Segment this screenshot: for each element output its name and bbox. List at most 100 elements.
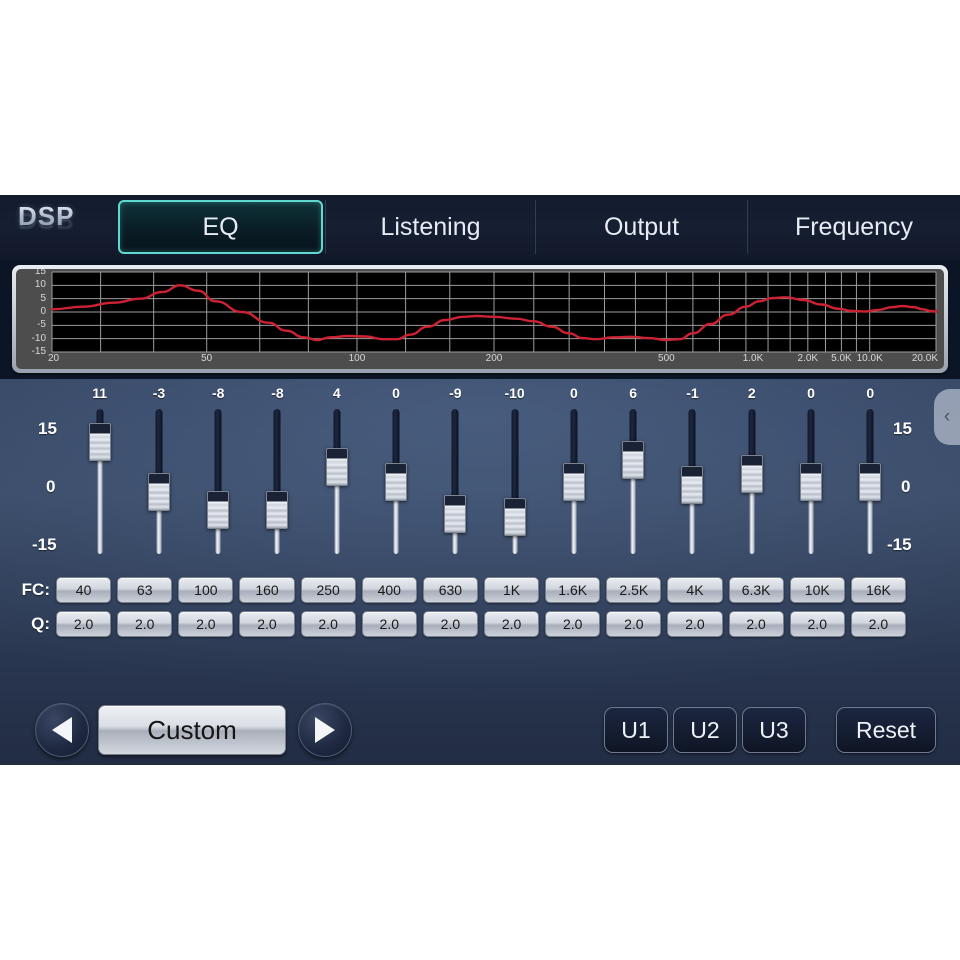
band-gain-slider[interactable] <box>620 409 646 554</box>
q-cell[interactable]: 2.0 <box>239 611 295 637</box>
q-cell[interactable]: 2.0 <box>422 611 478 637</box>
slider-thumb[interactable] <box>147 473 170 511</box>
band-gain-slider[interactable] <box>205 409 231 554</box>
fc-cell[interactable]: 630 <box>422 577 478 603</box>
slider-track-upper <box>807 409 815 469</box>
next-preset-button[interactable] <box>298 703 352 757</box>
prev-preset-button[interactable] <box>35 703 89 757</box>
tab-frequency[interactable]: Frequency <box>747 200 960 254</box>
slider-thumb[interactable] <box>385 463 408 501</box>
slider-thumb[interactable] <box>622 441 645 479</box>
fc-cell[interactable]: 100 <box>178 577 234 603</box>
eq-slider-panel: ‹ 15 0 -15 15 0 -15 11 -3 -8 -8 4 0 -9 -10 0 6 -1 2… <box>0 379 960 765</box>
tab-listening-label: Listening <box>380 212 481 241</box>
eq-response-graph: 15 10 5 0 -5 -10 -15 20 50 100 200 500 1.0K 2.0K 5.0K 1… <box>12 265 948 373</box>
slider-thumb[interactable] <box>207 491 230 529</box>
tab-eq[interactable]: EQ <box>118 200 323 254</box>
fc-cell[interactable]: 2.5K <box>606 577 662 603</box>
band-gain-slider[interactable] <box>798 409 824 554</box>
q-cell[interactable]: 2.0 <box>483 611 540 637</box>
slider-thumb[interactable] <box>266 491 289 529</box>
q-cell[interactable]: 2.0 <box>178 611 234 637</box>
slider-thumb[interactable] <box>740 455 763 493</box>
q-cell[interactable]: 2.0 <box>850 611 906 637</box>
fc-cell[interactable]: 4K <box>667 577 723 603</box>
fc-cell[interactable]: 1.6K <box>545 577 601 603</box>
edge-tab-glyph: ‹ <box>943 406 951 427</box>
graph-y-tick: -5 <box>37 319 46 331</box>
slider-track-lower <box>630 473 636 554</box>
band-gain-value: 4 <box>332 385 341 401</box>
tab-output[interactable]: Output <box>535 200 747 254</box>
slider-thumb[interactable] <box>562 463 585 501</box>
fc-cell[interactable]: 40 <box>56 577 112 603</box>
slider-track-lower <box>689 498 695 554</box>
fc-cell[interactable]: 160 <box>239 577 295 603</box>
user-preset-u1-button[interactable]: U1 <box>604 707 668 753</box>
reset-button[interactable]: Reset <box>836 707 936 753</box>
band-gain-slider[interactable] <box>264 409 290 554</box>
band-gain-value: 11 <box>92 385 108 401</box>
band-gain-slider[interactable] <box>739 409 765 554</box>
user-preset-u2-button[interactable]: U2 <box>673 707 737 753</box>
band-gain-slider[interactable] <box>442 409 468 554</box>
band-gain-slider[interactable] <box>561 409 587 554</box>
q-cell[interactable]: 2.0 <box>361 611 417 637</box>
band-gain-value: -8 <box>211 385 225 401</box>
slider-thumb[interactable] <box>325 448 348 486</box>
band-gain-slider[interactable] <box>383 409 409 554</box>
scale-left-top: 15 <box>38 419 57 438</box>
fc-cell[interactable]: 1K <box>483 577 540 603</box>
eq-band: 0 <box>781 379 840 579</box>
fc-cell[interactable]: 63 <box>117 577 173 603</box>
slider-thumb[interactable] <box>681 466 704 504</box>
q-cell[interactable]: 2.0 <box>300 611 356 637</box>
band-gain-slider[interactable] <box>324 409 350 554</box>
slider-track-lower <box>867 495 873 554</box>
graph-y-tick: 15 <box>34 269 46 277</box>
graph-y-tick: 10 <box>34 279 46 291</box>
q-cell[interactable]: 2.0 <box>606 611 662 637</box>
graph-x-tick: 10.0K <box>856 353 883 364</box>
eq-graph-panel: 15 10 5 0 -5 -10 -15 20 50 100 200 500 1.0K 2.0K 5.0K 1… <box>16 269 944 369</box>
chevron-left-icon[interactable]: ‹ <box>934 389 960 445</box>
band-gain-slider[interactable] <box>857 409 883 554</box>
band-gain-slider[interactable] <box>502 409 528 554</box>
q-cell[interactable]: 2.0 <box>728 611 784 637</box>
slider-track-upper <box>748 409 756 461</box>
q-cell[interactable]: 2.0 <box>545 611 601 637</box>
eq-band: 0 <box>544 379 603 579</box>
user-preset-u3-label: U3 <box>759 716 789 743</box>
slider-thumb[interactable] <box>444 495 467 533</box>
band-gain-slider[interactable] <box>679 409 705 554</box>
preset-name-button[interactable]: Custom <box>98 705 286 755</box>
eq-band: 6 <box>604 379 663 579</box>
tab-listening[interactable]: Listening <box>325 200 535 254</box>
slider-track-lower <box>808 495 814 554</box>
band-gain-slider[interactable] <box>87 409 113 554</box>
q-row: Q: 2.0 2.0 2.0 2.0 2.0 2.0 2.0 2.0 2.0 2.0 2.0 2.0 2… <box>0 609 960 639</box>
fc-cell[interactable]: 16K <box>850 577 906 603</box>
band-gain-value: -8 <box>271 385 284 401</box>
eq-band: -9 <box>426 379 485 579</box>
scale-left-bottom: -15 <box>32 535 57 554</box>
slider-thumb[interactable] <box>859 463 882 501</box>
q-cell[interactable]: 2.0 <box>667 611 723 637</box>
fc-cell[interactable]: 10K <box>789 577 845 603</box>
slider-thumb[interactable] <box>503 498 526 536</box>
fc-cell[interactable]: 400 <box>361 577 417 603</box>
band-gain-slider[interactable] <box>146 409 172 554</box>
fc-cell[interactable]: 6.3K <box>728 577 784 603</box>
q-cell[interactable]: 2.0 <box>56 611 112 637</box>
band-gain-value: -9 <box>449 385 462 401</box>
fc-cell[interactable]: 250 <box>300 577 356 603</box>
user-preset-u3-button[interactable]: U3 <box>742 707 806 753</box>
slider-thumb[interactable] <box>88 423 111 461</box>
slider-thumb[interactable] <box>800 463 823 501</box>
q-cell[interactable]: 2.0 <box>117 611 173 637</box>
user-preset-u1-label: U1 <box>621 716 651 743</box>
tab-eq-label: EQ <box>202 212 239 241</box>
slider-track-upper <box>451 409 459 501</box>
q-cell[interactable]: 2.0 <box>789 611 845 637</box>
eq-band: -8 <box>189 379 248 579</box>
